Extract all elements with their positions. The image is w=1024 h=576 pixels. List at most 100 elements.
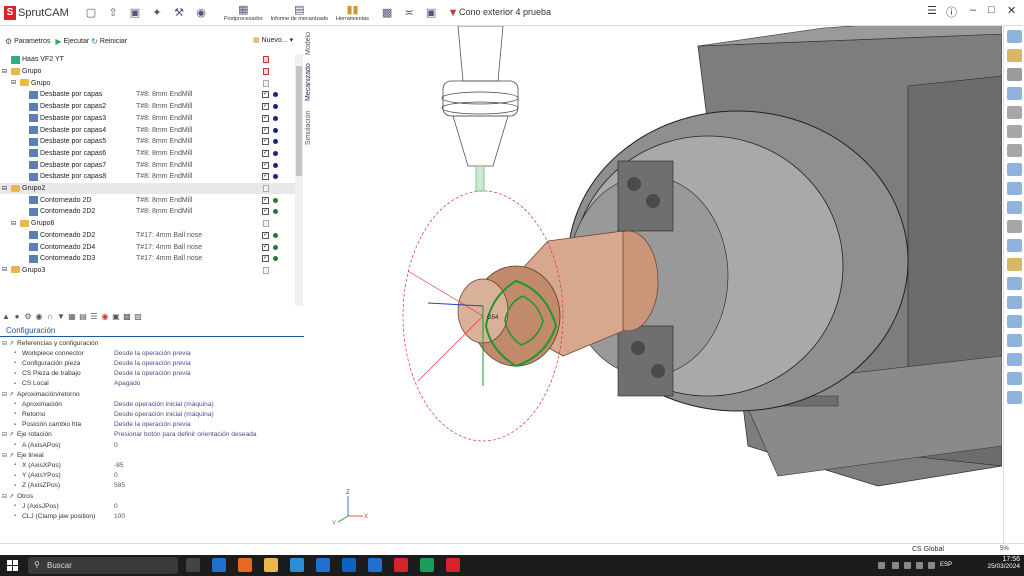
operation-item[interactable]: Contorneado 2D2 T#8: 8mm EndMill ✓ [0,206,295,218]
property-row[interactable]: ▪ CLJ (Clamp jaw position) 100 [0,511,304,521]
globe-icon[interactable]: ◉ [35,313,43,321]
property-value[interactable]: Apagado [114,380,140,387]
sphere-icon[interactable]: ● [13,313,21,321]
property-value[interactable]: -85 [114,462,124,469]
shading-icon[interactable] [1007,258,1022,271]
property-row[interactable]: ▪ CS Local Apagado [0,379,304,389]
enabled-checkbox[interactable]: ✓ [262,91,269,99]
tab-modelo[interactable]: Modelo [305,30,312,58]
enabled-checkbox[interactable]: ✓ [262,149,269,157]
enabled-checkbox[interactable]: ✓ [262,255,269,263]
maximize-icon[interactable]: □ [988,4,995,16]
tree-scrollbar[interactable] [295,54,303,306]
stop-icon[interactable]: ◉ [101,313,109,321]
coordinate-system-indicator[interactable]: CS Global [912,546,944,553]
property-value[interactable]: Desde operación inicial (máquina) [114,411,214,418]
operation-item[interactable]: Desbaste por capas8 T#8: 8mm EndMill ✓ [0,171,295,183]
menu-icon[interactable]: ☰ [927,4,937,17]
collapse-icon[interactable]: ⊟ [2,391,7,398]
property-value[interactable]: 0 [114,472,118,479]
operation-item[interactable]: Contorneado 2D4 T#17: 4mm Ball nose ✓ [0,241,295,253]
clock[interactable]: 17:56 25/03/2024 [987,556,1020,570]
clear-icon[interactable] [1007,391,1022,404]
file-explorer-icon[interactable] [264,558,278,572]
collapse-icon[interactable]: ⊟ [11,220,19,228]
measure-icon[interactable]: ◉ [193,5,209,21]
property-value[interactable]: 0 [114,442,118,449]
filter-view-icon[interactable] [1007,182,1022,195]
property-row[interactable]: ▪ Retorno Desde operación inicial (máquina… [0,409,304,419]
property-row[interactable]: ▪ CS Pieza de trabajo Desde la operación p… [0,369,304,379]
group-item[interactable]: ⊟ Grupo [0,66,295,78]
enabled-checkbox[interactable]: ✓ [262,231,269,239]
sprutcam-app-icon[interactable] [446,558,460,572]
machine-item[interactable]: Haas VF2 YT [0,54,295,66]
property-row[interactable]: ▪ Aproximación Desde operación inicial (má… [0,399,304,409]
grid-icon[interactable]: ▦ [68,313,76,321]
filter-icon[interactable]: ▼ [57,313,65,321]
property-value[interactable]: Desde operación inicial (máquina) [114,401,214,408]
enabled-checkbox[interactable]: ✓ [262,173,269,181]
operation-item[interactable]: Desbaste por capas3 T#8: 8mm EndMill ✓ [0,113,295,125]
save-icon[interactable]: ▣ [127,5,143,21]
app-red-icon[interactable] [394,558,408,572]
view-front-icon[interactable] [1007,106,1022,119]
tools-button[interactable]: ▮▮ Herramientas [336,4,369,22]
firefox-icon[interactable] [238,558,252,572]
task-view-icon[interactable] [186,558,200,572]
collapse-icon[interactable]: ⊟ [2,431,7,438]
property-value[interactable]: 0 [114,503,118,510]
pan-icon[interactable] [1007,68,1022,81]
operation-item[interactable]: Desbaste por capas2 T#8: 8mm EndMill ✓ [0,101,295,113]
tools-icon[interactable]: ⚒ [171,5,187,21]
collapse-icon[interactable]: ⊟ [2,340,7,347]
enabled-checkbox[interactable]: ✓ [262,196,269,204]
property-group[interactable]: ⊟ ↗ Otros [0,491,304,501]
property-row[interactable]: ▪ Posición cambio hta Desde la operación p… [0,420,304,430]
enabled-checkbox[interactable]: ✓ [262,114,269,122]
sprutcam-taskbar-icon[interactable] [420,558,434,572]
property-row[interactable]: ▪ Configuración pieza Desde la operación p… [0,358,304,368]
taskbar-search[interactable]: ⚲ Buscar [28,557,178,574]
wireframe-icon[interactable] [1007,277,1022,290]
postprocessor-button[interactable]: ▦ Postprocesador [224,4,263,22]
property-row[interactable]: ▪ J (AxisJPos) 0 [0,501,304,511]
view-right-icon[interactable] [1007,144,1022,157]
new-operation-dropdown[interactable]: ▦ Nuevo... ▾ [253,36,293,44]
part-icon[interactable]: ▩ [123,313,131,321]
path-icon[interactable]: ∩ [46,313,54,321]
start-button[interactable] [7,560,18,571]
app-logo[interactable]: S SprutCAM [0,5,80,20]
property-value[interactable]: 585 [114,482,125,489]
collapse-icon[interactable]: ⊟ [11,79,19,87]
machine-icon[interactable]: ▲ [2,313,10,321]
scene-canvas[interactable]: G54 Z X Y [318,26,1002,544]
tray-app-icon[interactable] [892,562,899,569]
machining-report-button[interactable]: ▤ Informe de mecanizado [271,4,328,22]
enabled-checkbox[interactable]: ✓ [262,103,269,111]
view-iso-icon[interactable] [1007,163,1022,176]
new-file-icon[interactable]: ▢ [83,5,99,21]
store-icon[interactable] [316,558,330,572]
reset-button[interactable]: ↻ Reiniciar [91,37,127,46]
collapse-icon[interactable]: ⊟ [2,452,7,459]
list-icon[interactable]: ☰ [90,313,98,321]
operation-item[interactable]: Contorneado 2D3 T#17: 4mm Ball nose ✓ [0,253,295,265]
property-group[interactable]: ⊟ ↗ Eje lineal [0,450,304,460]
network-icon[interactable] [904,562,911,569]
tab-simulacion[interactable]: Simulación [305,108,312,148]
view-top-icon[interactable] [1007,125,1022,138]
simulation-icon[interactable]: ≍ [401,5,417,21]
property-row[interactable]: ▪ Y (AxisYPos) 0 [0,471,304,481]
rotate-icon[interactable] [1007,87,1022,100]
group-item[interactable]: ⊟ Grupo3 [0,265,295,277]
property-row[interactable]: ▪ X (AxisXPos) -85 [0,460,304,470]
property-value[interactable]: Desde la operación previa [114,421,191,428]
collapse-icon[interactable]: ⊟ [2,493,7,500]
run-button[interactable]: ▶ Ejecutar [55,37,89,46]
operation-item[interactable]: Contorneado 2D2 T#17: 4mm Ball nose ✓ [0,230,295,242]
operation-item[interactable]: Desbaste por capas4 T#8: 8mm EndMill ✓ [0,124,295,136]
property-value[interactable]: Desde la operación previa [114,370,191,377]
property-value[interactable]: Desde la operación previa [114,350,191,357]
tool-visibility-icon[interactable] [1007,315,1022,328]
